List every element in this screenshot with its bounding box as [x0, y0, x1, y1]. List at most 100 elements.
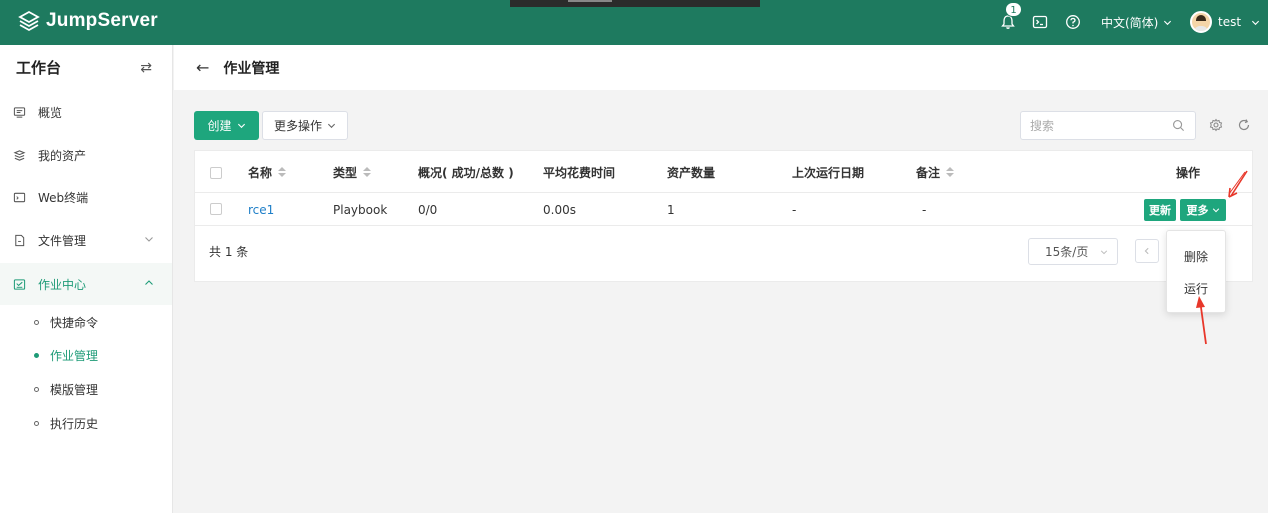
sidebar-item-overview[interactable]: 概览	[0, 91, 172, 133]
terminal-icon[interactable]	[1031, 13, 1049, 31]
job-icon	[12, 277, 26, 291]
chevron-down-icon	[1252, 20, 1260, 25]
column-header-label: 名称	[248, 165, 273, 180]
chevron-down-icon	[327, 123, 336, 129]
sidebar-item-web-terminal[interactable]: Web终端	[0, 176, 172, 218]
notification-badge: 1	[1005, 2, 1022, 17]
language-label: 中文(简体)	[1101, 16, 1159, 30]
column-header-label: 概况( 成功/总数 )	[418, 165, 514, 180]
more-actions-button[interactable]: 更多操作	[262, 111, 348, 140]
prev-page-button[interactable]	[1135, 239, 1159, 263]
sidebar-subitem-label: 快捷命令	[50, 315, 99, 330]
search-placeholder: 搜索	[1030, 119, 1055, 133]
bullet-icon	[34, 420, 39, 426]
sidebar-subitem-template-management[interactable]: 模版管理	[0, 372, 172, 406]
page-title: 作业管理	[223, 60, 280, 77]
chevron-down-icon	[1164, 20, 1172, 26]
bullet-icon	[34, 352, 39, 358]
chevron-down-icon	[1100, 250, 1108, 255]
username: test	[1218, 15, 1242, 29]
language-selector[interactable]: 中文(简体)	[1101, 14, 1172, 31]
column-header-label: 备注	[916, 165, 941, 180]
sidebar-item-label: 文件管理	[38, 233, 87, 248]
row-checkbox[interactable]	[210, 203, 222, 215]
chevron-left-icon	[1144, 247, 1149, 255]
column-header-summary: 概况( 成功/总数 )	[418, 151, 514, 193]
column-header-label: 类型	[333, 165, 358, 180]
app-name: JumpServer	[46, 10, 158, 31]
sidebar-item-label: 作业中心	[38, 277, 87, 292]
sidebar-subitem-label: 模版管理	[50, 382, 99, 397]
settings-gear-icon[interactable]	[1209, 118, 1223, 132]
menu-item-run[interactable]: 运行	[1167, 280, 1225, 297]
job-name-link[interactable]: rce1	[248, 193, 274, 226]
update-button-label: 更新	[1149, 204, 1171, 217]
job-last-run: -	[792, 202, 797, 217]
more-dropdown-menu: 删除 运行	[1166, 230, 1226, 313]
top-navbar: JumpServer 1 中文(简体) test	[0, 0, 1268, 45]
file-icon	[12, 233, 26, 247]
sidebar-header: 工作台 ⇄	[0, 45, 172, 90]
sidebar-item-job-center[interactable]: 作业中心	[0, 263, 172, 305]
back-arrow-icon[interactable]: ←	[196, 58, 209, 77]
sidebar-subitem-label: 执行历史	[50, 416, 99, 431]
more-button[interactable]: 更多	[1180, 199, 1226, 221]
column-header-type[interactable]: 类型	[333, 151, 372, 193]
page-size-value: 15条/页	[1045, 245, 1089, 259]
assets-icon	[12, 148, 26, 162]
more-actions-label: 更多操作	[273, 119, 322, 133]
job-comment: -	[922, 202, 927, 217]
search-icon[interactable]	[1172, 119, 1185, 132]
column-header-last-run: 上次运行日期	[792, 151, 864, 193]
chevron-down-icon	[237, 123, 245, 129]
user-menu[interactable]: test	[1190, 11, 1260, 33]
select-all-checkbox[interactable]	[210, 167, 222, 179]
sidebar-subitem-job-management[interactable]: 作业管理	[0, 338, 172, 372]
create-button[interactable]: 创建	[194, 111, 259, 140]
app-logo[interactable]: JumpServer	[18, 10, 158, 32]
update-button[interactable]: 更新	[1144, 199, 1176, 221]
sort-icon[interactable]	[363, 167, 372, 177]
sidebar-subitem-quick-command[interactable]: 快捷命令	[0, 305, 172, 339]
chevron-up-icon	[145, 280, 153, 285]
jumpserver-logo-icon	[18, 10, 40, 32]
overlay-strip	[510, 0, 760, 7]
page-size-select[interactable]: 15条/页	[1028, 238, 1118, 265]
column-header-name[interactable]: 名称	[248, 151, 287, 193]
switch-view-icon[interactable]: ⇄	[140, 60, 152, 76]
chevron-down-icon	[1212, 208, 1219, 213]
sidebar-item-label: Web终端	[38, 190, 89, 205]
page-header: ← 作业管理	[174, 45, 1268, 90]
sidebar-item-file-manager[interactable]: 文件管理	[0, 219, 172, 261]
sidebar: 工作台 ⇄ 概览 我的资产 Web终端 文件管理 作业中心 快捷命令 作业管理 …	[0, 45, 173, 513]
more-button-label: 更多	[1186, 204, 1209, 217]
column-header-label: 平均花费时间	[543, 165, 616, 180]
help-icon[interactable]	[1064, 13, 1082, 31]
column-header-label: 资产数量	[667, 165, 716, 180]
workspace-title: 工作台	[16, 59, 62, 77]
sidebar-item-label: 概览	[38, 105, 63, 120]
sort-icon[interactable]	[946, 167, 955, 177]
sort-icon[interactable]	[278, 167, 287, 177]
bullet-icon	[34, 319, 39, 325]
column-header-label: 操作	[1176, 165, 1201, 180]
menu-item-delete[interactable]: 删除	[1167, 248, 1225, 265]
column-header-asset-count: 资产数量	[667, 151, 715, 193]
job-type: Playbook	[333, 202, 388, 217]
refresh-icon[interactable]	[1237, 118, 1251, 132]
sidebar-item-label: 我的资产	[38, 148, 87, 163]
column-header-actions: 操作	[1176, 151, 1200, 193]
avatar	[1190, 11, 1212, 33]
sidebar-subitem-label: 作业管理	[50, 348, 99, 363]
total-count: 共 1 条	[209, 245, 249, 259]
sidebar-item-my-assets[interactable]: 我的资产	[0, 134, 172, 176]
terminal-icon	[12, 190, 26, 204]
create-button-label: 创建	[207, 119, 232, 133]
sidebar-subitem-execution-history[interactable]: 执行历史	[0, 406, 172, 440]
job-avg-time: 0.00s	[543, 202, 576, 217]
search-input[interactable]: 搜索	[1020, 111, 1196, 140]
overview-icon	[12, 105, 26, 119]
column-header-label: 上次运行日期	[792, 165, 865, 180]
bullet-icon	[34, 386, 39, 392]
column-header-comment[interactable]: 备注	[916, 151, 955, 193]
